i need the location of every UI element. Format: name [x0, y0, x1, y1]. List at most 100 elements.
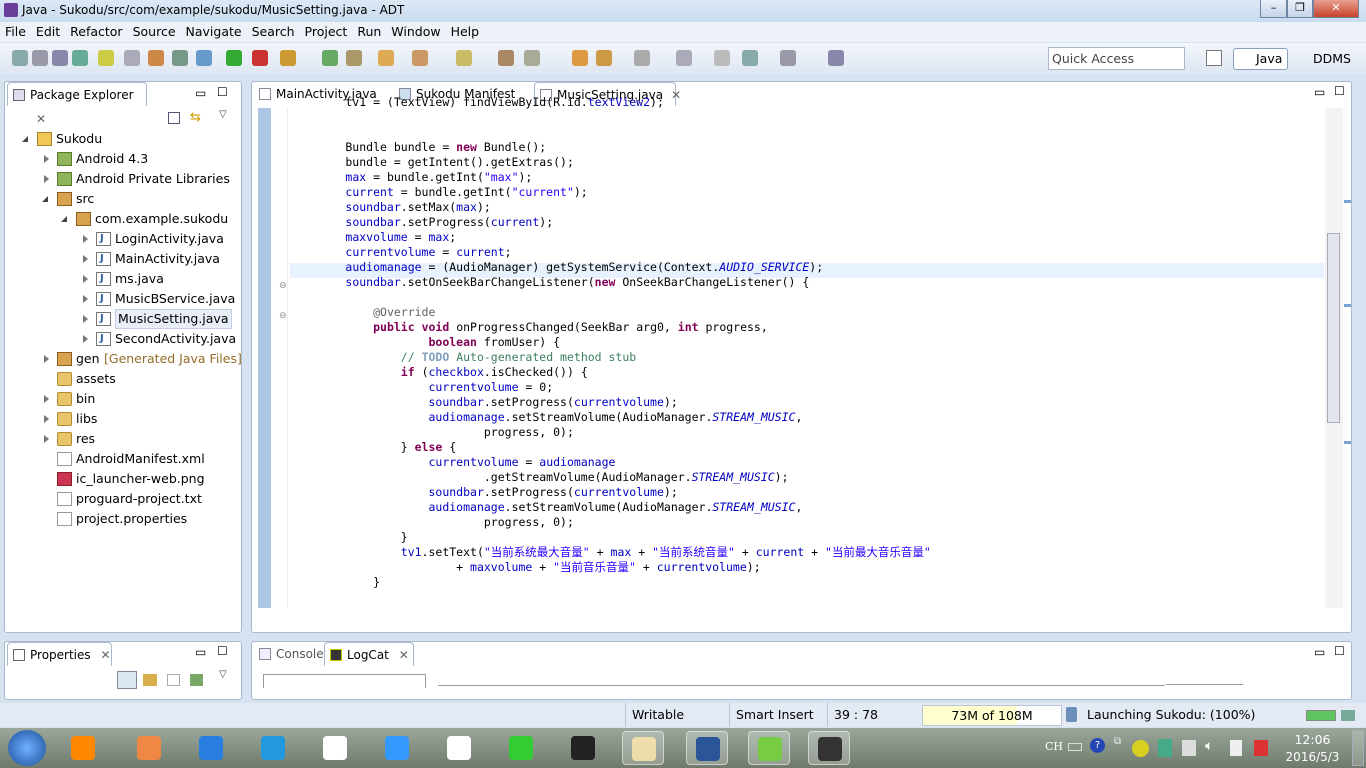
tree-item[interactable]: bin: [5, 389, 241, 409]
taskbar-notepad[interactable]: [438, 731, 480, 765]
view-menu-icon[interactable]: ▽: [219, 669, 227, 680]
volume-icon[interactable]: 🔈︎: [1205, 738, 1213, 754]
menu-navigate[interactable]: Navigate: [181, 22, 247, 42]
new-icon[interactable]: [12, 50, 28, 66]
taskbar-browser[interactable]: [128, 731, 170, 765]
toggle-mark-icon[interactable]: [346, 50, 362, 66]
skip-breakpoints-icon[interactable]: [378, 50, 394, 66]
taskbar-kugou[interactable]: [190, 731, 232, 765]
expanded-arrow-icon[interactable]: [22, 136, 28, 142]
collapsed-arrow-icon[interactable]: [44, 435, 49, 443]
menu-edit[interactable]: Edit: [31, 22, 65, 42]
tree-item[interactable]: Android 4.3: [5, 149, 241, 169]
menu-file[interactable]: File: [0, 22, 31, 42]
collapsed-arrow-icon[interactable]: [83, 335, 88, 343]
maximize-view-icon[interactable]: ☐: [217, 85, 228, 99]
avd-manager-icon[interactable]: [148, 50, 164, 66]
tree-item[interactable]: libs: [5, 409, 241, 429]
tree-item[interactable]: assets: [5, 369, 241, 389]
close-button[interactable]: ✕: [1313, 0, 1359, 18]
build-icon[interactable]: [252, 50, 268, 66]
tree-item[interactable]: MusicBService.java: [5, 289, 241, 309]
show-desktop-button[interactable]: [1352, 730, 1364, 766]
vertical-scrollbar[interactable]: [1325, 108, 1343, 608]
collapse-all-icon[interactable]: [168, 112, 180, 124]
menu-refactor[interactable]: Refactor: [65, 22, 127, 42]
tree-item[interactable]: ic_launcher-web.png: [5, 469, 241, 489]
advanced-icon[interactable]: [143, 674, 157, 686]
tree-item[interactable]: gen [Generated Java Files]: [5, 349, 242, 369]
collapsed-arrow-icon[interactable]: [83, 315, 88, 323]
garbage-collect-icon[interactable]: [1066, 707, 1077, 722]
close-icon[interactable]: ✕: [36, 112, 46, 126]
code-editor[interactable]: tv1 = (TextView) findViewById(R.id.textV…: [290, 95, 930, 590]
tab-package-explorer[interactable]: Package Explorer ✕: [7, 82, 147, 126]
maximize-view-icon[interactable]: ☐: [217, 644, 228, 658]
link-with-editor-icon[interactable]: ⇆: [190, 110, 201, 125]
minimize-view-icon[interactable]: ▭: [195, 86, 206, 100]
taskbar-file-explorer[interactable]: [622, 731, 664, 765]
fold-collapse-icon[interactable]: ⊖: [279, 281, 287, 291]
categories-icon[interactable]: [117, 671, 137, 689]
tree-item[interactable]: Sukodu: [5, 129, 241, 149]
taskbar-android-emulator[interactable]: [808, 731, 850, 765]
tree-item[interactable]: src: [5, 189, 241, 209]
expanded-arrow-icon[interactable]: [61, 216, 67, 222]
clock-date[interactable]: 2016/5/3: [1285, 750, 1340, 764]
collapsed-arrow-icon[interactable]: [44, 415, 49, 423]
maximize-editor-icon[interactable]: ☐: [1334, 84, 1345, 98]
new-package-icon[interactable]: [524, 50, 540, 66]
save-all-icon[interactable]: [52, 50, 68, 66]
close-icon[interactable]: ✕: [100, 648, 110, 662]
menu-project[interactable]: Project: [300, 22, 353, 42]
close-icon[interactable]: ✕: [399, 648, 409, 662]
collapsed-arrow-icon[interactable]: [83, 295, 88, 303]
pin-editor-icon[interactable]: [828, 50, 844, 66]
taskbar-document[interactable]: [314, 731, 356, 765]
help-icon[interactable]: ?: [1090, 738, 1105, 753]
open-task-icon[interactable]: [572, 50, 588, 66]
minimize-editor-icon[interactable]: ▭: [1314, 85, 1325, 99]
collapsed-arrow-icon[interactable]: [83, 275, 88, 283]
action-center-icon[interactable]: [1254, 740, 1268, 756]
power-icon[interactable]: [1230, 740, 1242, 756]
progress-view-icon[interactable]: [1341, 710, 1355, 721]
tree-item[interactable]: MusicSetting.java: [5, 309, 241, 329]
forward-icon[interactable]: [780, 50, 796, 66]
network-warning-icon[interactable]: [1182, 740, 1196, 756]
fold-collapse-icon[interactable]: ⊖: [279, 311, 287, 321]
show-hidden-icons[interactable]: ⧉: [1114, 736, 1121, 747]
search-file-icon[interactable]: [596, 50, 612, 66]
keyboard-icon[interactable]: [1068, 743, 1082, 751]
tab-properties[interactable]: Properties ✕: [7, 642, 112, 666]
quick-access-input[interactable]: Quick Access: [1048, 47, 1185, 70]
tree-item[interactable]: Android Private Libraries: [5, 169, 241, 189]
taskbar-media-player[interactable]: [376, 731, 418, 765]
tree-item[interactable]: ms.java: [5, 269, 241, 289]
new-android-project-icon[interactable]: [98, 50, 114, 66]
menu-window[interactable]: Window: [386, 22, 445, 42]
lint-icon[interactable]: [172, 50, 188, 66]
minimize-view-icon[interactable]: ▭: [1314, 645, 1325, 659]
debug-icon[interactable]: [280, 50, 296, 66]
tree-item[interactable]: SecondActivity.java: [5, 329, 241, 349]
open-perspective-icon[interactable]: [1206, 50, 1222, 66]
tab-logcat[interactable]: LogCat ✕: [324, 642, 414, 666]
tree-item[interactable]: AndroidManifest.xml: [5, 449, 241, 469]
clock-time[interactable]: 12:06: [1290, 732, 1335, 747]
progress-bar[interactable]: [1306, 710, 1336, 721]
print-icon[interactable]: [72, 50, 88, 66]
collapsed-arrow-icon[interactable]: [44, 395, 49, 403]
taskbar-qq-browser[interactable]: [252, 731, 294, 765]
collapsed-arrow-icon[interactable]: [44, 155, 49, 163]
taskbar-qq[interactable]: [562, 731, 604, 765]
restore-default-icon[interactable]: [167, 674, 180, 686]
next-annotation-icon[interactable]: [634, 50, 650, 66]
collapsed-arrow-icon[interactable]: [44, 175, 49, 183]
tree-item[interactable]: com.example.sukodu: [5, 209, 241, 229]
tree-item[interactable]: MainActivity.java: [5, 249, 241, 269]
perspective-java[interactable]: Java: [1233, 48, 1288, 70]
tab-console[interactable]: Console: [254, 642, 324, 666]
scrollbar-thumb[interactable]: [1327, 233, 1340, 423]
tree-item[interactable]: project.properties: [5, 509, 241, 529]
